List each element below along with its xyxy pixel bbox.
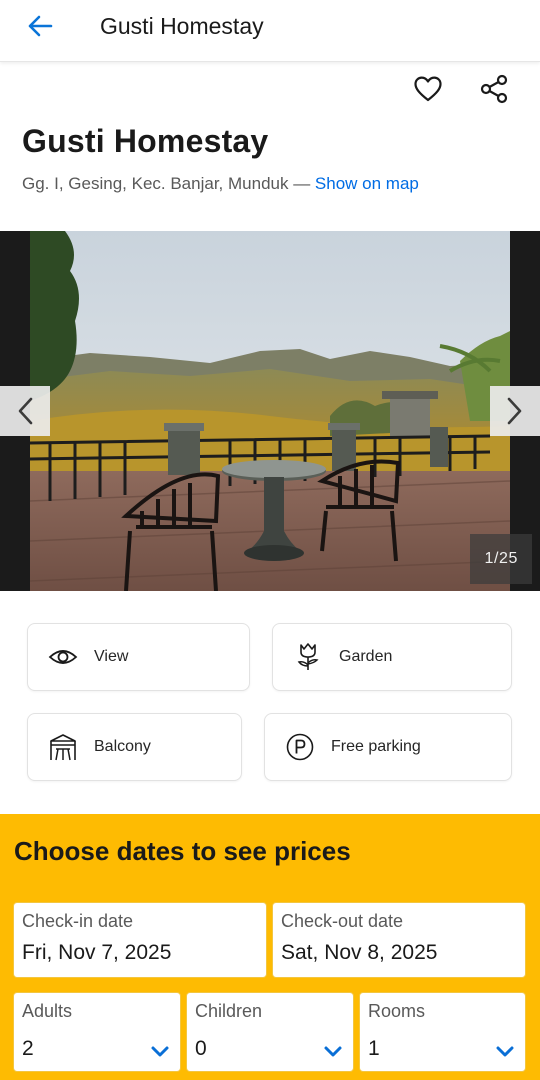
children-value: 0 xyxy=(195,1037,207,1060)
balcony-icon xyxy=(46,730,80,764)
chevron-down-icon xyxy=(496,1046,514,1057)
property-photo[interactable] xyxy=(30,231,510,591)
adults-value: 2 xyxy=(22,1037,34,1060)
chevron-down-icon xyxy=(151,1046,169,1057)
previous-photo-button[interactable] xyxy=(0,386,50,436)
terrace-view-photo xyxy=(30,231,510,591)
page-title: Gusti Homestay xyxy=(100,13,264,39)
check-in-label: Check-in date xyxy=(22,911,134,931)
facility-free-parking[interactable]: Free parking xyxy=(264,713,512,781)
rooms-select[interactable]: Rooms 1 xyxy=(359,992,526,1072)
facility-label: Garden xyxy=(339,648,393,665)
facility-label: Free parking xyxy=(331,738,421,755)
back-button[interactable] xyxy=(20,10,60,42)
address-text: Gg. I, Gesing, Kec. Banjar, Munduk — xyxy=(22,174,315,193)
photo-counter: 1/25 xyxy=(470,534,532,584)
heart-icon xyxy=(414,76,442,102)
check-out-value: Sat, Nov 8, 2025 xyxy=(281,941,438,964)
property-name: Gusti Homestay xyxy=(22,123,269,159)
flower-icon xyxy=(291,640,325,674)
check-in-value: Fri, Nov 7, 2025 xyxy=(22,941,172,964)
check-out-date-field[interactable]: Check-out date Sat, Nov 8, 2025 xyxy=(272,902,526,978)
facility-label: Balcony xyxy=(94,738,151,755)
show-on-map-link[interactable]: Show on map xyxy=(315,174,419,193)
arrow-left-icon xyxy=(28,15,53,37)
top-app-bar: Gusti Homestay xyxy=(0,0,540,62)
facility-view[interactable]: View xyxy=(27,623,250,691)
next-photo-button[interactable] xyxy=(490,386,540,436)
favorite-button[interactable] xyxy=(412,72,444,106)
chevron-down-icon xyxy=(324,1046,342,1057)
adults-select[interactable]: Adults 2 xyxy=(13,992,181,1072)
share-button[interactable] xyxy=(478,72,510,106)
check-in-date-field[interactable]: Check-in date Fri, Nov 7, 2025 xyxy=(13,902,267,978)
photo-gallery[interactable]: 1/25 xyxy=(0,231,540,591)
children-select[interactable]: Children 0 xyxy=(186,992,354,1072)
dates-heading: Choose dates to see prices xyxy=(14,836,351,866)
rooms-label: Rooms xyxy=(368,1001,426,1021)
chevron-right-icon xyxy=(507,397,522,425)
property-actions xyxy=(412,72,510,106)
rooms-value: 1 xyxy=(368,1037,380,1060)
chevron-left-icon xyxy=(18,397,33,425)
date-search-panel: Choose dates to see prices Check-in date… xyxy=(0,814,540,1080)
children-label: Children xyxy=(195,1001,263,1021)
check-out-label: Check-out date xyxy=(281,911,404,931)
share-icon xyxy=(480,74,508,104)
parking-icon xyxy=(283,730,317,764)
facility-label: View xyxy=(94,648,129,665)
adults-label: Adults xyxy=(22,1001,73,1021)
property-address: Gg. I, Gesing, Kec. Banjar, Munduk — Sho… xyxy=(22,174,419,194)
facility-balcony[interactable]: Balcony xyxy=(27,713,242,781)
facility-garden[interactable]: Garden xyxy=(272,623,512,691)
eye-icon xyxy=(46,640,80,674)
